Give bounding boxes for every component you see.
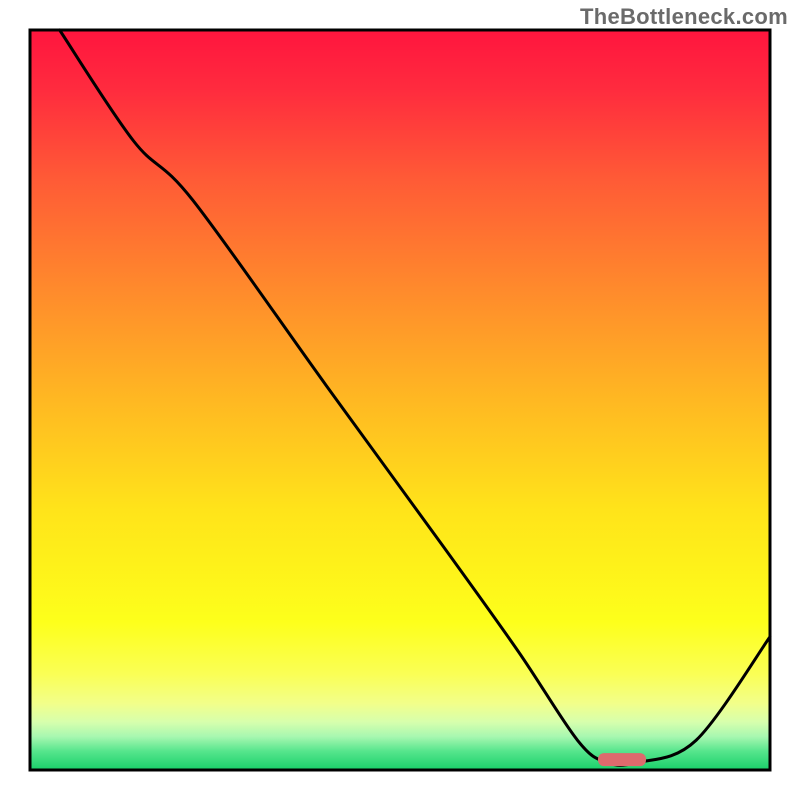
chart-svg — [0, 0, 800, 800]
highlight-marker — [598, 753, 646, 766]
chart-container: TheBottleneck.com — [0, 0, 800, 800]
plot-background — [30, 30, 770, 770]
watermark-text: TheBottleneck.com — [580, 4, 788, 30]
